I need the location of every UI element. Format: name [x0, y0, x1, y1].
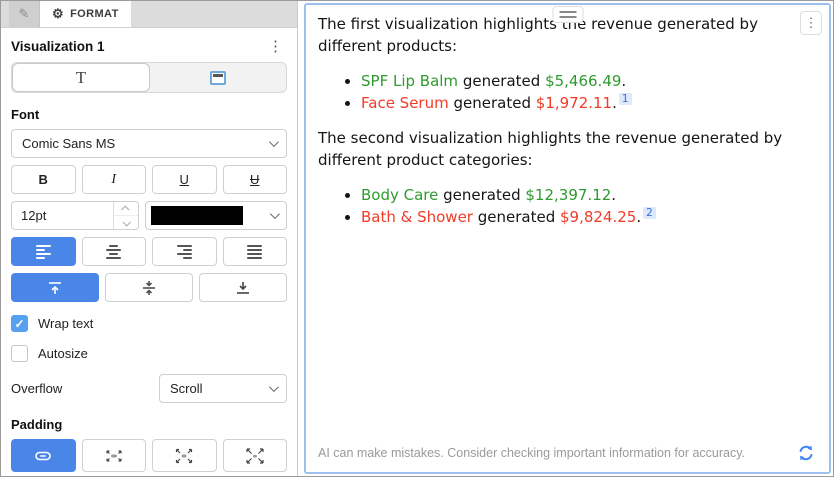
app-window: ✎ ⚙ FORMAT Visualization 1 ⋮ T Font: [0, 0, 834, 477]
underline-button[interactable]: U: [152, 165, 217, 194]
align-left-icon: [36, 245, 51, 259]
format-panel: ✎ ⚙ FORMAT Visualization 1 ⋮ T Font: [1, 1, 298, 476]
chevron-down-icon: [122, 218, 130, 226]
autosize-label: Autosize: [38, 346, 88, 361]
revenue-amount: $5,466.49: [545, 72, 621, 90]
align-center-button[interactable]: [82, 237, 147, 266]
align-center-icon: [106, 245, 121, 259]
tab-edit[interactable]: ✎: [9, 1, 40, 27]
valign-middle-button[interactable]: [105, 273, 193, 302]
valign-top-button[interactable]: [11, 273, 99, 302]
align-left-button[interactable]: [11, 237, 76, 266]
citation-badge[interactable]: 2: [643, 207, 656, 219]
drag-handle[interactable]: [552, 6, 583, 23]
wrap-text-label: Wrap text: [38, 316, 93, 331]
text-mode-icon: T: [76, 68, 86, 88]
revenue-amount: $1,972.11: [536, 94, 612, 112]
font-section-label: Font: [11, 107, 287, 122]
list-item: Face Serum generated $1,972.11.1: [361, 93, 813, 115]
padding-none-button[interactable]: [11, 439, 76, 472]
list-item: Body Care generated $12,397.12.: [361, 185, 813, 207]
align-right-icon: [177, 245, 192, 259]
font-size-increase-button[interactable]: [114, 202, 138, 216]
align-right-button[interactable]: [152, 237, 217, 266]
font-size-spin-buttons: [113, 202, 138, 229]
pencil-icon: ✎: [19, 6, 30, 22]
list-item: Bath & Shower generated $9,824.25.2: [361, 207, 813, 229]
align-justify-button[interactable]: [223, 237, 288, 266]
padding-medium-icon: [174, 448, 194, 464]
panel-body: Visualization 1 ⋮ T Font Comic Sans MS B…: [1, 28, 297, 472]
visualization-menu-button[interactable]: ⋮: [264, 39, 287, 54]
category-name: Body Care: [361, 186, 438, 204]
font-size-decrease-button[interactable]: [114, 216, 138, 229]
autosize-checkbox[interactable]: [11, 345, 28, 362]
product-name: SPF Lip Balm: [361, 72, 458, 90]
chevron-down-icon: [269, 137, 279, 147]
category-name: Bath & Shower: [361, 208, 473, 226]
text-visualization-canvas[interactable]: ⋮ The first visualization highlights the…: [304, 3, 831, 474]
tab-format[interactable]: ⚙ FORMAT: [40, 1, 131, 27]
overflow-select[interactable]: Scroll: [159, 374, 287, 403]
container-icon: [210, 71, 226, 85]
valign-top-icon: [47, 280, 63, 296]
tab-format-label: FORMAT: [70, 8, 119, 20]
panel-tabbar: ✎ ⚙ FORMAT: [1, 1, 297, 28]
refresh-icon[interactable]: [797, 444, 815, 462]
valign-bottom-button[interactable]: [199, 273, 287, 302]
revenue-amount: $12,397.12: [525, 186, 611, 204]
mode-container-button[interactable]: [150, 63, 286, 92]
padding-none-icon: [33, 449, 53, 463]
ai-footer: AI can make mistakes. Consider checking …: [306, 436, 829, 472]
valign-bottom-icon: [235, 280, 251, 296]
padding-large-button[interactable]: [223, 439, 288, 472]
product-list: SPF Lip Balm generated $5,466.49. Face S…: [318, 71, 813, 116]
bold-button[interactable]: B: [11, 165, 76, 194]
citation-badge[interactable]: 1: [619, 93, 632, 105]
kebab-icon: ⋮: [805, 15, 818, 31]
font-family-value: Comic Sans MS: [22, 136, 115, 151]
list-item: SPF Lip Balm generated $5,466.49.: [361, 71, 813, 93]
check-icon: ✓: [14, 317, 24, 331]
italic-button[interactable]: I: [82, 165, 147, 194]
overflow-value: Scroll: [170, 381, 203, 396]
overflow-label: Overflow: [11, 381, 62, 396]
font-color-select[interactable]: [145, 201, 287, 230]
canvas-menu-button[interactable]: ⋮: [800, 11, 822, 35]
ai-disclaimer: AI can make mistakes. Consider checking …: [318, 446, 745, 460]
paragraph: The second visualization highlights the …: [318, 128, 813, 172]
valign-middle-icon: [141, 280, 157, 296]
gear-icon: ⚙: [52, 6, 64, 22]
category-list: Body Care generated $12,397.12. Bath & S…: [318, 185, 813, 230]
padding-small-icon: [104, 448, 124, 464]
padding-label: Padding: [11, 417, 287, 432]
mode-toggle: T: [11, 62, 287, 93]
font-color-swatch: [151, 206, 243, 225]
product-name: Face Serum: [361, 94, 449, 112]
chevron-down-icon: [269, 382, 279, 392]
font-size-value: 12pt: [12, 202, 113, 229]
padding-medium-button[interactable]: [152, 439, 217, 472]
padding-large-icon: [245, 448, 265, 464]
chevron-down-icon: [270, 209, 280, 219]
ai-text-content: The first visualization highlights the r…: [306, 5, 829, 436]
font-family-select[interactable]: Comic Sans MS: [11, 129, 287, 158]
font-size-stepper[interactable]: 12pt: [11, 201, 139, 230]
padding-small-button[interactable]: [82, 439, 147, 472]
mode-text-button[interactable]: T: [12, 63, 150, 92]
visualization-title: Visualization 1: [11, 39, 105, 54]
wrap-text-checkbox[interactable]: ✓: [11, 315, 28, 332]
revenue-amount: $9,824.25: [560, 208, 636, 226]
strikethrough-button[interactable]: U: [223, 165, 288, 194]
align-justify-icon: [247, 245, 262, 259]
chevron-up-icon: [121, 205, 129, 213]
